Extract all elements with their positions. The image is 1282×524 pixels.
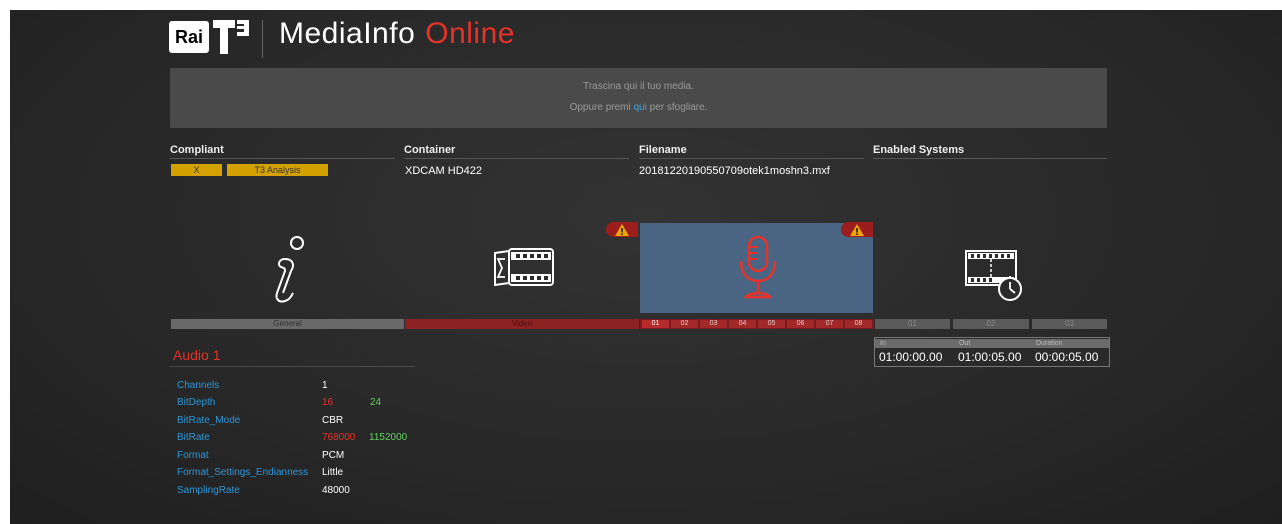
prop-expected-bitrate: 1152000 (369, 432, 408, 443)
film-sum-icon (494, 248, 554, 287)
warning-icon (850, 224, 864, 236)
app-title: MediaInfo Online (279, 17, 515, 51)
timecode-duration-value: 00:00:05.00 (1035, 350, 1099, 364)
media-dropzone[interactable]: Trascina qui il tuo media. Oppure premi … (170, 68, 1107, 128)
prop-value-channels: 1 (322, 380, 328, 391)
tab-audio-03[interactable]: 03 (700, 320, 727, 328)
filename-value: 20181220190550709otek1moshn3.mxf (639, 165, 830, 177)
filename-header: Filename (639, 144, 687, 156)
timecode-panel[interactable] (874, 223, 1107, 313)
compliant-header: Compliant (170, 144, 224, 156)
prop-value-endianness: Little (322, 467, 344, 478)
dropzone-instruction: Trascina qui il tuo media. (583, 81, 694, 92)
dropzone-browse-line: Oppure premi qui per sfogliare. (170, 102, 1107, 113)
compliant-rule (170, 158, 395, 159)
timecode-duration-label: Duration (1036, 340, 1063, 347)
tab-general[interactable]: General (171, 319, 404, 329)
prop-key-channels: Channels (177, 380, 220, 391)
general-panel[interactable] (171, 223, 404, 313)
t3-logo (213, 20, 249, 54)
browse-link[interactable]: qui (633, 102, 646, 113)
microphone-icon (739, 235, 777, 299)
audio-panel[interactable] (640, 223, 873, 313)
prop-key-format: Format (177, 450, 209, 461)
video-panel[interactable] (405, 223, 638, 313)
enabled-systems-rule (873, 158, 1107, 159)
prop-key-bitdepth: BitDepth (177, 397, 216, 408)
tab-audio-02[interactable]: 02 (671, 320, 698, 328)
tab-audio-07[interactable]: 07 (816, 320, 843, 328)
t3-analysis-button[interactable]: T3 Analysis (227, 164, 328, 176)
compliant-status-badge: X (171, 164, 222, 176)
container-rule (404, 158, 629, 159)
audio-track-tabs: 01 02 03 04 05 06 07 08 (640, 319, 874, 329)
warning-icon (615, 224, 629, 236)
tab-audio-08[interactable]: 08 (845, 320, 872, 328)
timecode-out-label: Out (959, 340, 971, 347)
prop-key-bitrate-mode: BitRate_Mode (177, 415, 241, 426)
tab-audio-06[interactable]: 06 (787, 320, 814, 328)
rai-logo: Rai (169, 21, 209, 53)
audio-warning-badge (841, 222, 873, 237)
section-title: Audio 1 (173, 347, 221, 363)
filename-rule (639, 158, 864, 159)
prop-key-samplingrate: SamplingRate (177, 485, 240, 496)
dropzone-browse-suffix: per sfogliare. (649, 102, 708, 113)
tab-audio-01[interactable]: 01 (642, 320, 669, 328)
section-rule (170, 366, 415, 367)
prop-value-format: PCM (322, 450, 345, 461)
tab-audio-05[interactable]: 05 (758, 320, 785, 328)
app-title-accent: Online (425, 17, 515, 50)
prop-value-bitdepth: 16 (322, 397, 334, 408)
timecode-in-value: 01:00:00.00 (879, 350, 943, 364)
prop-key-endianness: Format_Settings_Endianness (177, 467, 309, 478)
container-value: XDCAM HD422 (405, 165, 483, 177)
container-header: Container (404, 144, 456, 156)
prop-value-bitrate: 768000 (322, 432, 356, 443)
tab-text-01[interactable]: 01 (875, 319, 950, 329)
app-title-main: MediaInfo (279, 17, 416, 50)
tab-text-02[interactable]: 02 (953, 319, 1029, 329)
prop-key-bitrate: BitRate (177, 432, 210, 443)
prop-expected-bitdepth: 24 (370, 397, 382, 408)
tab-video[interactable]: Video (405, 319, 639, 329)
tab-text-03[interactable]: 03 (1032, 319, 1107, 329)
timecode-box: In Out Duration 01:00:00.00 01:00:05.00 … (874, 337, 1110, 367)
tab-audio-04[interactable]: 04 (729, 320, 756, 328)
enabled-systems-header: Enabled Systems (873, 144, 965, 156)
header-divider (262, 20, 263, 58)
video-warning-badge (606, 222, 638, 237)
timecode-in-label: In (880, 340, 886, 347)
timecode-out-value: 01:00:05.00 (958, 350, 1022, 364)
timecode-header (875, 339, 1109, 348)
prop-value-samplingrate: 48000 (322, 485, 350, 496)
dropzone-browse-prefix: Oppure premi (569, 102, 631, 113)
film-stopwatch-icon (965, 250, 1022, 301)
info-icon (275, 236, 304, 303)
prop-value-bitrate-mode: CBR (322, 415, 344, 426)
